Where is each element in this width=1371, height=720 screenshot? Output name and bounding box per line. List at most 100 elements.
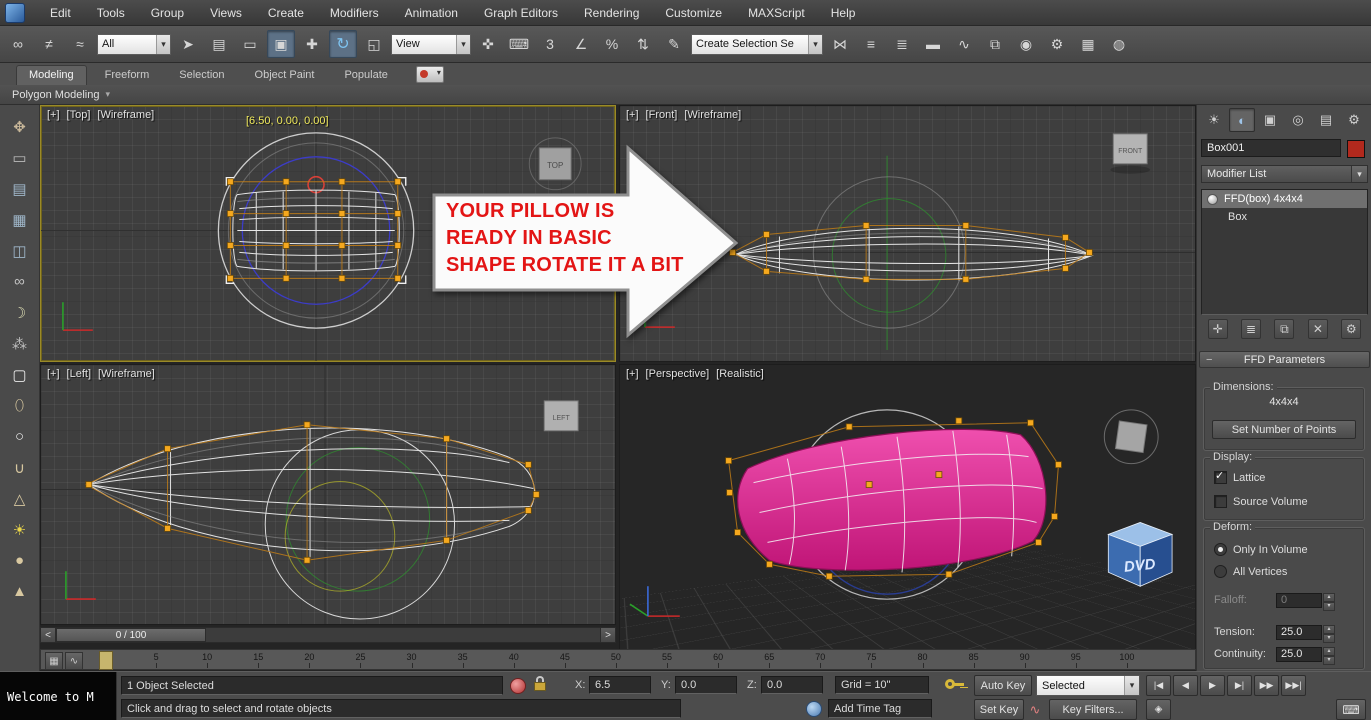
select-and-rotate-icon[interactable]: ↻ — [329, 30, 357, 58]
tension-spinner[interactable]: ▴ ▾ — [1323, 624, 1335, 643]
window-crossing-icon[interactable]: ▣ — [267, 30, 295, 58]
lock-selection-icon[interactable] — [533, 676, 547, 693]
spinner-snap-icon[interactable]: ⇅ — [629, 30, 657, 58]
set-key-button[interactable]: Set Key — [974, 699, 1024, 720]
angle-snap-icon[interactable]: ∠ — [567, 30, 595, 58]
menu-item[interactable]: Animation — [392, 0, 471, 25]
select-and-manipulate-icon[interactable]: ✜ — [474, 30, 502, 58]
auto-key-button[interactable]: Auto Key — [974, 675, 1032, 696]
hierarchy-tab[interactable]: ▣ — [1257, 108, 1283, 132]
time-tag-icon[interactable] — [806, 701, 822, 717]
application-icon[interactable] — [5, 2, 25, 23]
stack-item-box[interactable]: Box — [1202, 208, 1367, 226]
next-frame-arrow[interactable]: > — [600, 628, 615, 642]
cup-icon[interactable]: ∪ — [7, 456, 33, 479]
grid-helper-icon[interactable]: ▦ — [7, 208, 33, 231]
ribbon-config-icon[interactable] — [415, 65, 444, 83]
container-icon[interactable]: ◫ — [7, 239, 33, 262]
track-bar-slider[interactable] — [99, 651, 113, 670]
x-coordinate-field[interactable]: 6.5 — [589, 676, 651, 694]
falloff-spinner[interactable]: ▴ ▾ — [1323, 592, 1335, 611]
edit-named-selections-icon[interactable]: ✎ — [660, 30, 688, 58]
ribbon-tab[interactable]: Object Paint — [243, 66, 327, 85]
layer-stack-icon[interactable]: ▤ — [7, 177, 33, 200]
y-coordinate-field[interactable]: 0.0 — [675, 676, 737, 694]
plane-icon[interactable]: ▢ — [7, 363, 33, 386]
lattice-checkbox[interactable] — [1214, 469, 1227, 484]
mirror-icon[interactable]: ⋈ — [826, 30, 854, 58]
menu-item[interactable]: Tools — [84, 0, 138, 25]
unlink-selection-icon[interactable]: ≠ — [35, 30, 63, 58]
viewcube-perspective[interactable] — [1114, 420, 1148, 454]
track-bar[interactable]: 0510152025303540455055606570758085909510… — [40, 649, 1196, 670]
viewcube-front[interactable]: FRONT — [1118, 148, 1143, 155]
spheres-icon[interactable]: ∞ — [7, 270, 33, 293]
object-name-field[interactable]: Box001 — [1201, 139, 1341, 157]
select-and-link-icon[interactable]: ∞ — [4, 30, 32, 58]
time-slider-groove[interactable] — [206, 628, 600, 642]
selection-filter-dropdown[interactable]: All — [97, 33, 171, 55]
viewport-pov-label[interactable]: [Left] — [67, 368, 91, 380]
render-production-icon[interactable]: ◍ — [1105, 30, 1133, 58]
set-number-of-points-button[interactable]: Set Number of Points — [1212, 420, 1356, 439]
pin-stack-icon[interactable]: ✛ — [1207, 319, 1228, 339]
percent-snap-icon[interactable]: % — [598, 30, 626, 58]
configure-modifier-sets-icon[interactable]: ⚙ — [1341, 319, 1362, 339]
sun-icon[interactable]: ☀ — [7, 518, 33, 541]
make-unique-icon[interactable]: ⧉ — [1274, 319, 1295, 339]
only-in-volume-radio[interactable] — [1214, 543, 1227, 556]
open-mini-track-icon[interactable] — [45, 652, 63, 670]
mini-curve-editor-icon[interactable] — [65, 652, 83, 670]
rendered-frame-icon[interactable]: ▦ — [1074, 30, 1102, 58]
falloff-field[interactable]: 0 — [1276, 592, 1322, 608]
remove-modifier-icon[interactable]: ✕ — [1307, 319, 1328, 339]
viewport-shading-label[interactable]: [Wireframe] — [684, 109, 741, 121]
object-color-swatch[interactable] — [1347, 140, 1365, 158]
show-end-result-icon[interactable]: ≣ — [1241, 319, 1262, 339]
previous-frame-button[interactable]: ◀ — [1173, 675, 1198, 696]
tension-field[interactable]: 25.0 — [1276, 624, 1322, 640]
select-object-icon[interactable]: ➤ — [174, 30, 202, 58]
visibility-bulb-icon[interactable] — [1207, 193, 1218, 205]
viewport-menu-icon[interactable]: [+] — [626, 109, 639, 121]
play-button[interactable]: ▶ — [1200, 675, 1225, 696]
welcome-window[interactable]: Welcome to M — [0, 672, 117, 720]
viewport-menu-icon[interactable]: [+] — [626, 368, 639, 380]
viewport-perspective[interactable]: [+] [Perspective] [Realistic] DVD — [619, 364, 1196, 650]
blob-icon[interactable]: ⬯ — [7, 394, 33, 417]
add-time-tag-field[interactable]: Add Time Tag — [828, 699, 932, 718]
viewport-menu-icon[interactable]: [+] — [47, 109, 60, 121]
circle-icon[interactable]: ○ — [7, 425, 33, 448]
select-region-icon[interactable]: ▭ — [7, 146, 33, 169]
go-to-end-button[interactable]: ▶▶ — [1254, 675, 1279, 696]
menu-item[interactable]: Customize — [652, 0, 735, 25]
viewcube-left[interactable]: LEFT — [553, 415, 571, 422]
menu-item[interactable]: Edit — [37, 0, 84, 25]
scatter-icon[interactable]: ⁂ — [7, 332, 33, 355]
key-mode-toggle-button[interactable]: ◈ — [1146, 699, 1171, 720]
align-icon[interactable]: ≡ — [857, 30, 885, 58]
ffd-parameters-rollout[interactable]: FFD Parameters — [1199, 351, 1370, 368]
schematic-view-icon[interactable]: ⧉ — [981, 30, 1009, 58]
reference-coordinate-dropdown[interactable]: View — [391, 33, 471, 55]
material-editor-icon[interactable]: ◉ — [1012, 30, 1040, 58]
utilities-tab[interactable]: ⚙ — [1341, 108, 1367, 132]
bind-to-spacewarp-icon[interactable]: ≈ — [66, 30, 94, 58]
polygon-modeling-strip[interactable]: Polygon Modeling — [0, 85, 1371, 105]
viewport-pov-label[interactable]: [Top] — [67, 109, 91, 121]
pyramid-icon[interactable]: ▲ — [7, 580, 33, 603]
render-setup-icon[interactable]: ⚙ — [1043, 30, 1071, 58]
curve-editor-icon[interactable]: ∿ — [950, 30, 978, 58]
next-key-button[interactable]: ▶▶| — [1281, 675, 1306, 696]
menu-item[interactable]: Group — [138, 0, 197, 25]
rectangular-selection-icon[interactable]: ▭ — [236, 30, 264, 58]
display-tab[interactable]: ▤ — [1313, 108, 1339, 132]
named-selection-dropdown[interactable]: Create Selection Se — [691, 33, 823, 55]
ribbon-tab[interactable]: Populate — [332, 66, 399, 85]
isolate-selection-icon[interactable] — [510, 678, 526, 694]
set-keys-icon[interactable] — [944, 675, 966, 695]
ribbon-tab[interactable]: Selection — [167, 66, 236, 85]
select-by-name-icon[interactable]: ▤ — [205, 30, 233, 58]
viewport-shading-label[interactable]: [Realistic] — [716, 368, 764, 380]
snap-toggle-icon[interactable]: 3 — [536, 30, 564, 58]
